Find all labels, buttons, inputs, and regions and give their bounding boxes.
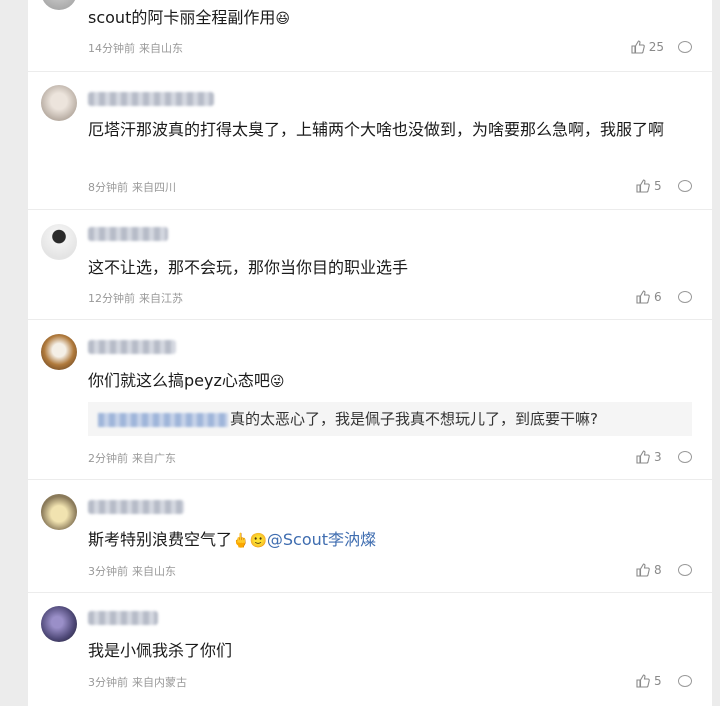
thumbs-up-icon[interactable] xyxy=(636,290,650,304)
comment-location: 来自内蒙古 xyxy=(132,676,187,689)
mention-link[interactable]: @Scout李汭燦 xyxy=(267,530,376,549)
comment-meta: 14分钟前 来自山东 xyxy=(88,40,183,56)
comment-text: 这不让选，那不会玩，那你当你目的职业选手 xyxy=(88,258,409,277)
comment-item: 这不让选，那不会玩，那你当你目的职业选手 12分钟前 来自江苏 6 xyxy=(28,210,712,320)
like-count: 5 xyxy=(654,179,662,193)
comment-time: 12分钟前 xyxy=(88,292,135,305)
comment-item: 你们就这么搞peyz心态吧😜 真的太恶心了，我是佩子我真不想玩儿了，到底要干嘛?… xyxy=(28,320,712,480)
comment-meta: 3分钟前 来自内蒙古 xyxy=(88,674,187,690)
comment-location: 来自山东 xyxy=(132,565,176,578)
thumbs-up-icon[interactable] xyxy=(631,40,645,54)
like-count: 5 xyxy=(654,674,662,688)
username[interactable] xyxy=(88,340,176,354)
comment-meta: 12分钟前 来自江苏 xyxy=(88,290,183,306)
quoted-username[interactable] xyxy=(98,412,228,427)
username[interactable] xyxy=(88,227,168,241)
thumbs-up-icon[interactable] xyxy=(636,179,650,193)
comment-meta: 8分钟前 来自四川 xyxy=(88,179,176,195)
comment-actions: 3 xyxy=(636,450,692,464)
thumbs-up-icon[interactable] xyxy=(636,450,650,464)
comment-actions: 5 xyxy=(636,179,692,193)
username[interactable] xyxy=(88,500,184,514)
emoji-icons: 🖕🙂 xyxy=(232,533,267,549)
comment-text: scout的阿卡丽全程副作用😆 xyxy=(88,8,290,27)
comment-bubble-icon[interactable] xyxy=(678,180,692,192)
like-count: 6 xyxy=(654,290,662,304)
comment-actions: 8 xyxy=(636,563,692,577)
comment-text: 斯考特别浪费空气了🖕🙂@Scout李汭燦 xyxy=(88,530,377,549)
comment-text: 你们就这么搞peyz心态吧😜 xyxy=(88,371,285,390)
username[interactable] xyxy=(88,92,214,106)
thumbs-up-icon[interactable] xyxy=(636,674,650,688)
avatar[interactable] xyxy=(41,224,77,260)
comment-actions: 25 xyxy=(631,40,692,54)
comment-bubble-icon[interactable] xyxy=(678,675,692,687)
comment-text: 厄塔汗那波真的打得太臭了，上辅两个大啥也没做到，为啥要那么急啊，我服了啊 xyxy=(88,120,665,139)
comment-location: 来自四川 xyxy=(132,181,176,194)
comment-time: 2分钟前 xyxy=(88,452,128,465)
avatar[interactable] xyxy=(41,606,77,642)
username[interactable] xyxy=(88,611,158,625)
comment-bubble-icon[interactable] xyxy=(678,291,692,303)
comment-time: 8分钟前 xyxy=(88,181,128,194)
comment-meta: 3分钟前 来自山东 xyxy=(88,563,176,579)
comment-text: 我是小佩我杀了你们 xyxy=(88,641,233,660)
comment-actions: 6 xyxy=(636,290,692,304)
comment-list: scout的阿卡丽全程副作用😆 14分钟前 来自山东 25 厄塔汗那波真的打得太臭… xyxy=(28,0,712,706)
quoted-text: 真的太恶心了，我是佩子我真不想玩儿了，到底要干嘛? xyxy=(230,410,598,428)
comment-location: 来自广东 xyxy=(132,452,176,465)
comment-actions: 5 xyxy=(636,674,692,688)
comment-item: 厄塔汗那波真的打得太臭了，上辅两个大啥也没做到，为啥要那么急啊，我服了啊 8分钟… xyxy=(28,72,712,210)
comment-bubble-icon[interactable] xyxy=(678,451,692,463)
avatar[interactable] xyxy=(41,85,77,121)
comment-location: 来自江苏 xyxy=(139,292,183,305)
like-count: 25 xyxy=(648,40,664,54)
comment-time: 14分钟前 xyxy=(88,42,135,55)
winking-emoji: 😜 xyxy=(269,374,285,390)
like-count: 8 xyxy=(654,563,662,577)
thumbs-up-icon[interactable] xyxy=(636,563,650,577)
comment-time: 3分钟前 xyxy=(88,676,128,689)
comment-time: 3分钟前 xyxy=(88,565,128,578)
avatar[interactable] xyxy=(41,334,77,370)
comment-item: 斯考特别浪费空气了🖕🙂@Scout李汭燦 3分钟前 来自山东 8 xyxy=(28,480,712,593)
avatar[interactable] xyxy=(41,0,77,10)
comment-item: scout的阿卡丽全程副作用😆 14分钟前 来自山东 25 xyxy=(28,0,712,72)
laughing-emoji: 😆 xyxy=(275,11,290,27)
like-count: 3 xyxy=(654,450,662,464)
comment-location: 来自山东 xyxy=(139,42,183,55)
comment-item: 我是小佩我杀了你们 3分钟前 来自内蒙古 5 xyxy=(28,593,712,706)
comment-bubble-icon[interactable] xyxy=(678,564,692,576)
avatar[interactable] xyxy=(41,494,77,530)
quoted-reply[interactable]: 真的太恶心了，我是佩子我真不想玩儿了，到底要干嘛? xyxy=(88,402,692,436)
comment-bubble-icon[interactable] xyxy=(678,41,692,53)
comment-meta: 2分钟前 来自广东 xyxy=(88,450,176,466)
